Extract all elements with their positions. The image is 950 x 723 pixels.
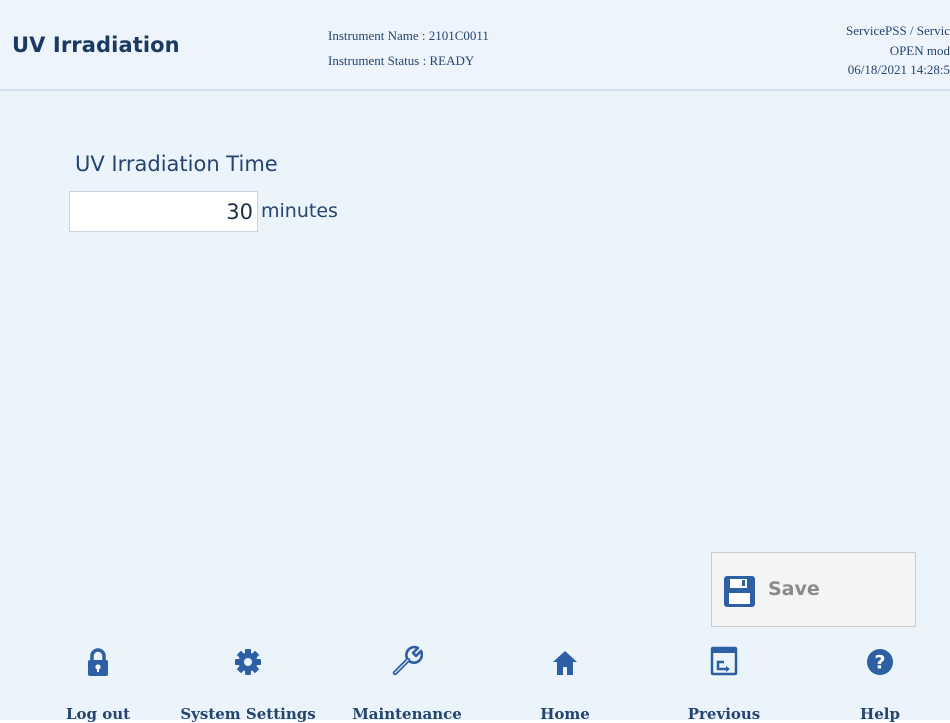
user-name: ServicePSS / Servic — [846, 23, 950, 38]
uv-time-unit: minutes — [261, 200, 338, 222]
nav-logout[interactable]: Log out — [13, 640, 183, 723]
access-mode: OPEN mod — [889, 42, 950, 58]
save-button-label: Save — [768, 578, 820, 600]
help-icon: ? — [867, 649, 893, 675]
nav-system-settings[interactable]: System Settings — [163, 640, 333, 723]
uv-time-label: UV Irradiation Time — [75, 152, 278, 176]
nav-system-settings-label: System Settings — [180, 705, 316, 723]
nav-home[interactable]: Home — [480, 640, 650, 723]
instrument-status: Instrument Status : READY — [328, 53, 475, 68]
header-bar: UV Irradiation Instrument Name : 2101C00… — [0, 0, 950, 91]
bottom-navigation: Log out System Settings Maintenance Home… — [0, 640, 950, 723]
page-title: UV Irradiation — [12, 33, 180, 57]
nav-help[interactable]: ? Help — [795, 640, 950, 723]
nav-maintenance-label: Maintenance — [352, 705, 462, 723]
uv-time-input[interactable] — [69, 191, 258, 232]
current-datetime: 06/18/2021 14:28:5 — [847, 62, 950, 77]
nav-help-label: Help — [860, 705, 900, 723]
user-info: ServicePSS / Servic OPEN mod 06/18/2021 … — [846, 21, 950, 80]
nav-maintenance[interactable]: Maintenance — [322, 640, 492, 723]
home-icon — [553, 651, 577, 675]
svg-text:?: ? — [874, 652, 885, 674]
wrench-icon — [392, 645, 423, 676]
nav-previous[interactable]: Previous — [639, 640, 809, 723]
save-icon — [724, 576, 755, 607]
gear-icon — [235, 649, 261, 675]
lock-icon — [88, 648, 108, 676]
nav-previous-label: Previous — [687, 705, 761, 723]
nav-home-label: Home — [540, 705, 590, 723]
save-button[interactable]: Save — [711, 552, 916, 627]
instrument-name: Instrument Name : 2101C0011 — [328, 28, 489, 43]
main-panel: UV Irradiation Time minutes Save — [0, 91, 950, 720]
previous-window-icon — [710, 646, 738, 676]
nav-logout-label: Log out — [65, 705, 131, 723]
